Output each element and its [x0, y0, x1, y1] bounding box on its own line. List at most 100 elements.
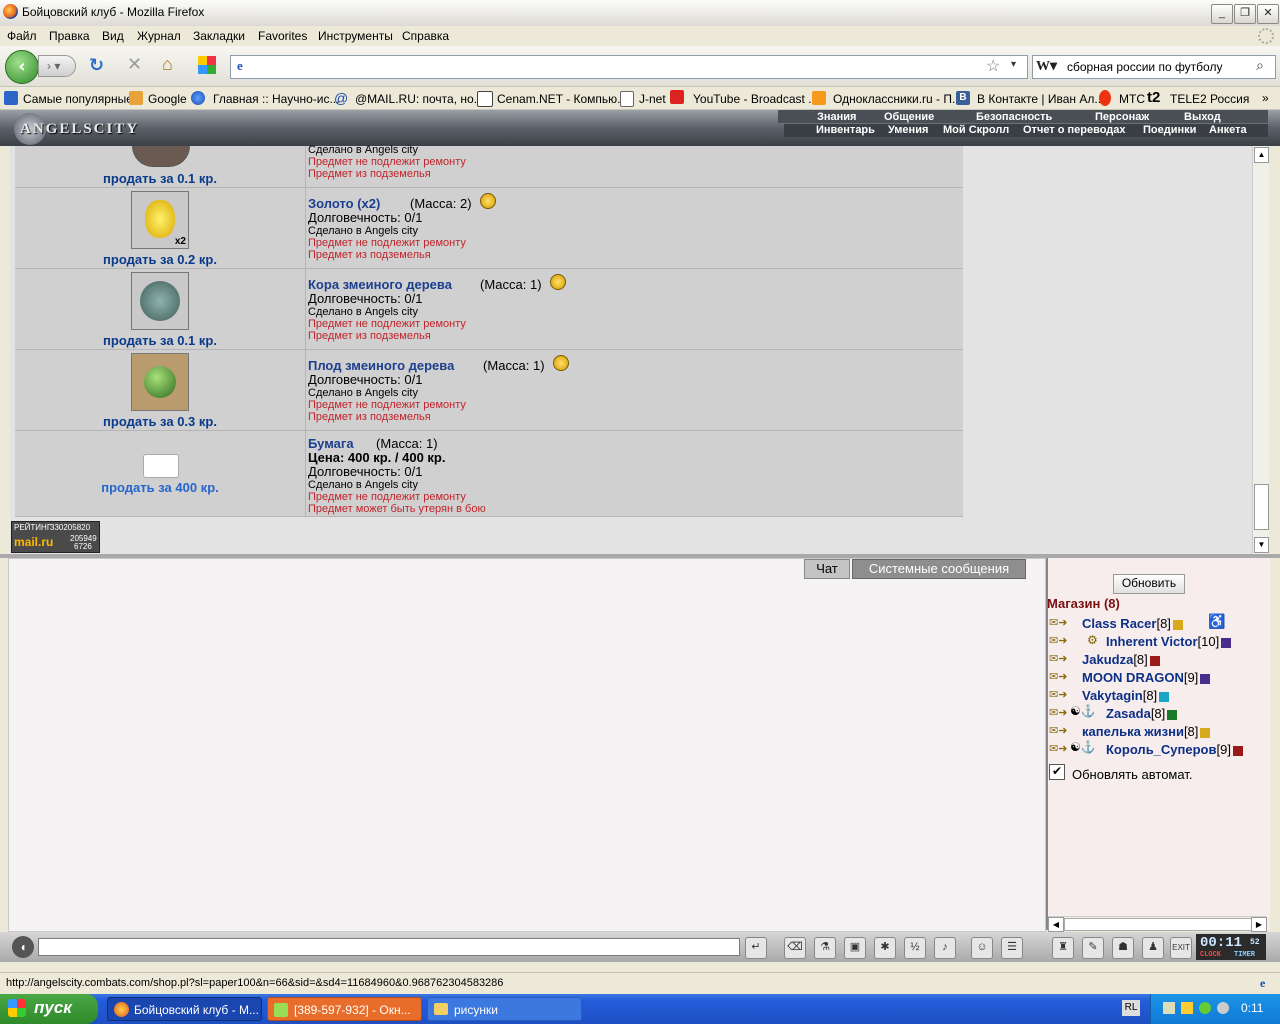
nav-exit[interactable]: Выход	[1184, 111, 1221, 123]
ie-tab-icon[interactable]: e	[1260, 976, 1274, 990]
fraction-icon[interactable]: ½	[904, 937, 926, 959]
scroll-right-icon[interactable]: ▶	[1251, 917, 1267, 932]
sell-link[interactable]: продать за 400 кр.	[15, 480, 305, 495]
stop-icon[interactable]: ✕	[127, 54, 147, 75]
item-name-link[interactable]: Золото (x2)	[308, 196, 380, 211]
filter-icon[interactable]: ⚗	[814, 937, 836, 959]
bookmark-tele2[interactable]: TELE2 Россия	[1170, 92, 1249, 106]
taskbar-icq-window[interactable]: [389-597-932] - Окн...	[267, 997, 422, 1021]
menu-favorites[interactable]: Favorites	[258, 29, 307, 43]
sell-link[interactable]: продать за 0.1 кр.	[15, 333, 305, 348]
back-button[interactable]: ‹	[5, 50, 39, 84]
private-message-icon[interactable]: ✉➜	[1049, 616, 1069, 629]
wikipedia-icon[interactable]: W▾	[1036, 58, 1057, 75]
url-bar[interactable]: e ☆ ▾	[230, 55, 1028, 79]
tab-system-messages[interactable]: Системные сообщения	[852, 559, 1026, 579]
scroll-icon[interactable]: ✎	[1082, 937, 1104, 959]
close-button[interactable]: ✕	[1257, 4, 1279, 24]
user-entry[interactable]: капелька жизни[8]	[1082, 724, 1211, 739]
menu-tools[interactable]: Инструменты	[318, 29, 393, 43]
group-icon[interactable]: ♟	[1142, 937, 1164, 959]
item-name-link[interactable]: Бумага	[308, 436, 354, 451]
nav-communication[interactable]: Общение	[884, 111, 934, 123]
forward-button[interactable]: › ▾	[38, 55, 76, 77]
sell-link[interactable]: продать за 0.1 кр.	[15, 171, 305, 186]
nav-skills[interactable]: Умения	[888, 124, 928, 136]
add-contact-icon[interactable]: ♿	[1208, 613, 1225, 630]
private-message-icon[interactable]: ✉➜	[1049, 688, 1069, 701]
private-message-icon[interactable]: ✉➜	[1049, 706, 1069, 719]
chat-area[interactable]	[8, 558, 1046, 932]
bookmark-youtube[interactable]: YouTube - Broadcast ...	[693, 92, 818, 106]
speaker-icon[interactable]: ◖	[12, 936, 34, 958]
portrait-icon[interactable]: ☗	[1112, 937, 1134, 959]
tray-icon[interactable]	[1199, 1002, 1211, 1014]
user-entry[interactable]: Jakudza[8]	[1082, 652, 1160, 667]
music-icon[interactable]: ♪	[934, 937, 956, 959]
private-message-icon[interactable]: ✉➜	[1049, 634, 1069, 647]
search-box[interactable]: W▾ сборная россии по футболу ⌕	[1032, 55, 1276, 79]
scroll-left-icon[interactable]: ◀	[1048, 917, 1064, 932]
bookmark-mts[interactable]: МТС	[1119, 92, 1145, 106]
eraser-icon[interactable]: ⌫	[784, 937, 806, 959]
exit-icon[interactable]: EXIT	[1170, 937, 1192, 959]
mailru-rating-counter[interactable]: РЕЙТИНГ 330205820 mail.ru 205949 6726	[11, 521, 100, 553]
bookmark-cenam[interactable]: Cenam.NET - Компью...	[497, 92, 627, 106]
minimize-button[interactable]: _	[1211, 4, 1233, 24]
search-icon[interactable]: ⌕	[1256, 57, 1264, 74]
nav-transfer-report[interactable]: Отчет о переводах	[1023, 124, 1126, 136]
maximize-button[interactable]: ❐	[1234, 4, 1256, 24]
nav-security[interactable]: Безопасность	[976, 111, 1052, 123]
bookmark-popular[interactable]: Самые популярные	[23, 92, 133, 106]
item-name-link[interactable]: Кора змеиного дерева	[308, 277, 452, 292]
tray-icon[interactable]	[1163, 1002, 1175, 1014]
menu-edit[interactable]: Правка	[49, 29, 90, 43]
sell-link[interactable]: продать за 0.2 кр.	[15, 252, 305, 267]
bookmark-jnet[interactable]: J-net	[639, 92, 666, 106]
scroll-thumb[interactable]	[1254, 484, 1269, 530]
bookmark-science[interactable]: Главная :: Научно-ис...	[213, 92, 339, 106]
star-icon[interactable]: ☆	[986, 56, 1000, 76]
nav-my-scroll[interactable]: Мой Скролл	[943, 124, 1009, 136]
user-entry[interactable]: Zasada[8]	[1106, 706, 1178, 721]
user-entry[interactable]: Vakytagin[8]	[1082, 688, 1170, 703]
tab-chat[interactable]: Чат	[804, 559, 850, 579]
send-icon[interactable]: ↵	[745, 937, 767, 959]
search-input[interactable]: сборная россии по футболу	[1067, 60, 1222, 74]
scroll-down-icon[interactable]: ▼	[1254, 537, 1269, 553]
nav-knowledge[interactable]: Знания	[817, 111, 856, 123]
start-button[interactable]: пуск	[0, 994, 98, 1024]
tray-icon[interactable]	[1181, 1002, 1193, 1014]
user-entry[interactable]: Inherent Victor[10]	[1106, 634, 1232, 649]
nav-inventory[interactable]: Инвентарь	[816, 124, 875, 136]
panel-horizontal-scrollbar[interactable]: ◀ ▶	[1048, 916, 1267, 932]
language-indicator[interactable]: RL	[1122, 1000, 1140, 1016]
addons-grid-icon[interactable]	[198, 56, 216, 74]
bag-icon[interactable]: ♜	[1052, 937, 1074, 959]
bookmark-google[interactable]: Google	[148, 92, 187, 106]
person-icon[interactable]: ✱	[874, 937, 896, 959]
items-scrollbar[interactable]: ▲ ▼	[1252, 146, 1269, 554]
sell-link[interactable]: продать за 0.3 кр.	[15, 414, 305, 429]
home-icon[interactable]: ⌂	[162, 54, 182, 74]
user-entry[interactable]: Король_Суперов[9]	[1106, 742, 1243, 757]
item-name-link[interactable]: Плод змеиного дерева	[308, 358, 454, 373]
bookmark-vkontakte[interactable]: В Контакте | Иван Ал...	[977, 92, 1104, 106]
bookmark-odnoklassniki[interactable]: Одноклассники.ru - П...	[833, 92, 962, 106]
menu-history[interactable]: Журнал	[137, 29, 181, 43]
user-entry[interactable]: Class Racer[8]	[1082, 616, 1183, 631]
menu-view[interactable]: Вид	[102, 29, 124, 43]
nav-fights[interactable]: Поединки	[1143, 124, 1196, 136]
nav-profile[interactable]: Анкета	[1209, 124, 1247, 136]
tray-icon[interactable]	[1217, 1002, 1229, 1014]
chat-settings-icon[interactable]: ☰	[1001, 937, 1023, 959]
bookmarks-overflow-icon[interactable]: »	[1262, 91, 1269, 105]
save-icon[interactable]: ▣	[844, 937, 866, 959]
scroll-up-icon[interactable]: ▲	[1254, 147, 1269, 163]
auto-refresh-checkbox[interactable]: ✔	[1049, 764, 1065, 780]
private-message-icon[interactable]: ✉➜	[1049, 742, 1069, 755]
smiley-icon[interactable]: ☺	[971, 937, 993, 959]
chat-message-input[interactable]	[38, 938, 740, 956]
private-message-icon[interactable]: ✉➜	[1049, 652, 1069, 665]
scroll-thumb[interactable]	[1064, 918, 1252, 931]
